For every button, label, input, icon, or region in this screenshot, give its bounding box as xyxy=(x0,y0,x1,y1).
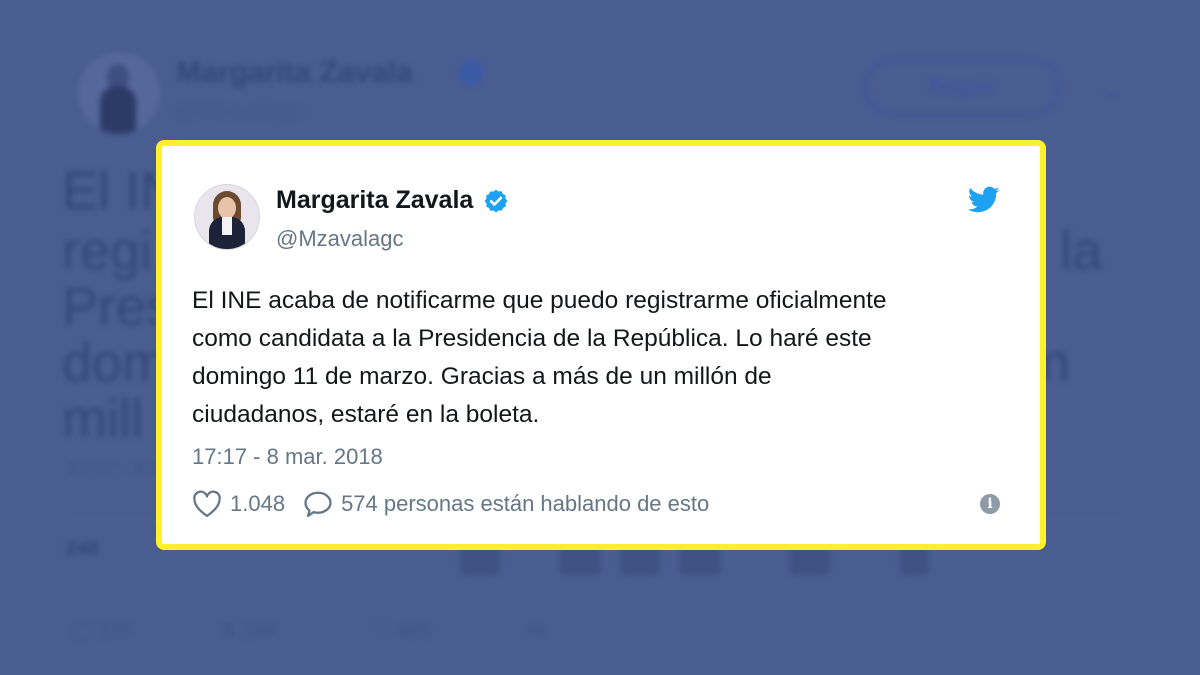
info-icon[interactable]: i xyxy=(980,494,1000,514)
background-verified-icon xyxy=(458,60,484,86)
background-text-line: mill xyxy=(62,389,143,449)
tweet-card: Margarita Zavala @Mzavalagc El INE acaba… xyxy=(156,140,1046,550)
tweet-text-line: El INE acaba de notificarme que puedo re… xyxy=(192,287,887,314)
background-avatar xyxy=(78,52,160,134)
background-count: 248 xyxy=(66,538,100,560)
background-handle: @Mzavalagc xyxy=(176,98,304,123)
chevron-down-icon[interactable]: ⌄ xyxy=(1100,74,1122,105)
speech-bubble-icon xyxy=(304,491,332,517)
background-text-line: regi xyxy=(62,221,153,281)
verified-badge-icon xyxy=(484,189,508,212)
tweet-text: El INE acaba de notificarme que puedo re… xyxy=(192,282,1022,434)
background-name: Margarita Zavala xyxy=(176,56,413,89)
tweet-text-line: como candidata a la Presidencia de la Re… xyxy=(192,325,872,352)
reply-action[interactable]: 574 personas están hablando de esto xyxy=(303,490,709,518)
author-handle[interactable]: @Mzavalagc xyxy=(276,226,404,252)
twitter-bird-icon[interactable] xyxy=(968,186,1000,214)
background-message-action[interactable]: ✉ xyxy=(528,618,545,643)
background-follow-button[interactable]: Seguir xyxy=(864,58,1060,116)
author-row: Margarita Zavala xyxy=(276,186,509,215)
heart-icon xyxy=(193,490,221,517)
like-action[interactable]: 1.048 xyxy=(192,490,285,518)
tweet-actions: 1.048 574 personas están hablando de est… xyxy=(192,490,709,518)
background-retweet-action[interactable]: ⇅ 248 xyxy=(220,618,276,643)
tweet-timestamp[interactable]: 17:17 - 8 mar. 2018 xyxy=(192,444,383,470)
background-text-line: dom xyxy=(62,333,168,393)
avatar[interactable] xyxy=(194,184,260,250)
background-text-fragment: la xyxy=(1060,221,1103,281)
tweet-text-line: ciudadanos, estaré en la boleta. xyxy=(192,401,540,428)
tweet-text-line: domingo 11 de marzo. Gracias a más de un… xyxy=(192,363,772,390)
like-count: 1.048 xyxy=(230,491,286,516)
background-reply-action[interactable]: ◯ 126 xyxy=(70,618,131,643)
author-name[interactable]: Margarita Zavala xyxy=(276,186,473,215)
background-like-action[interactable]: ♡ 682 xyxy=(374,618,431,643)
replies-text: 574 personas están hablando de esto xyxy=(341,491,710,516)
